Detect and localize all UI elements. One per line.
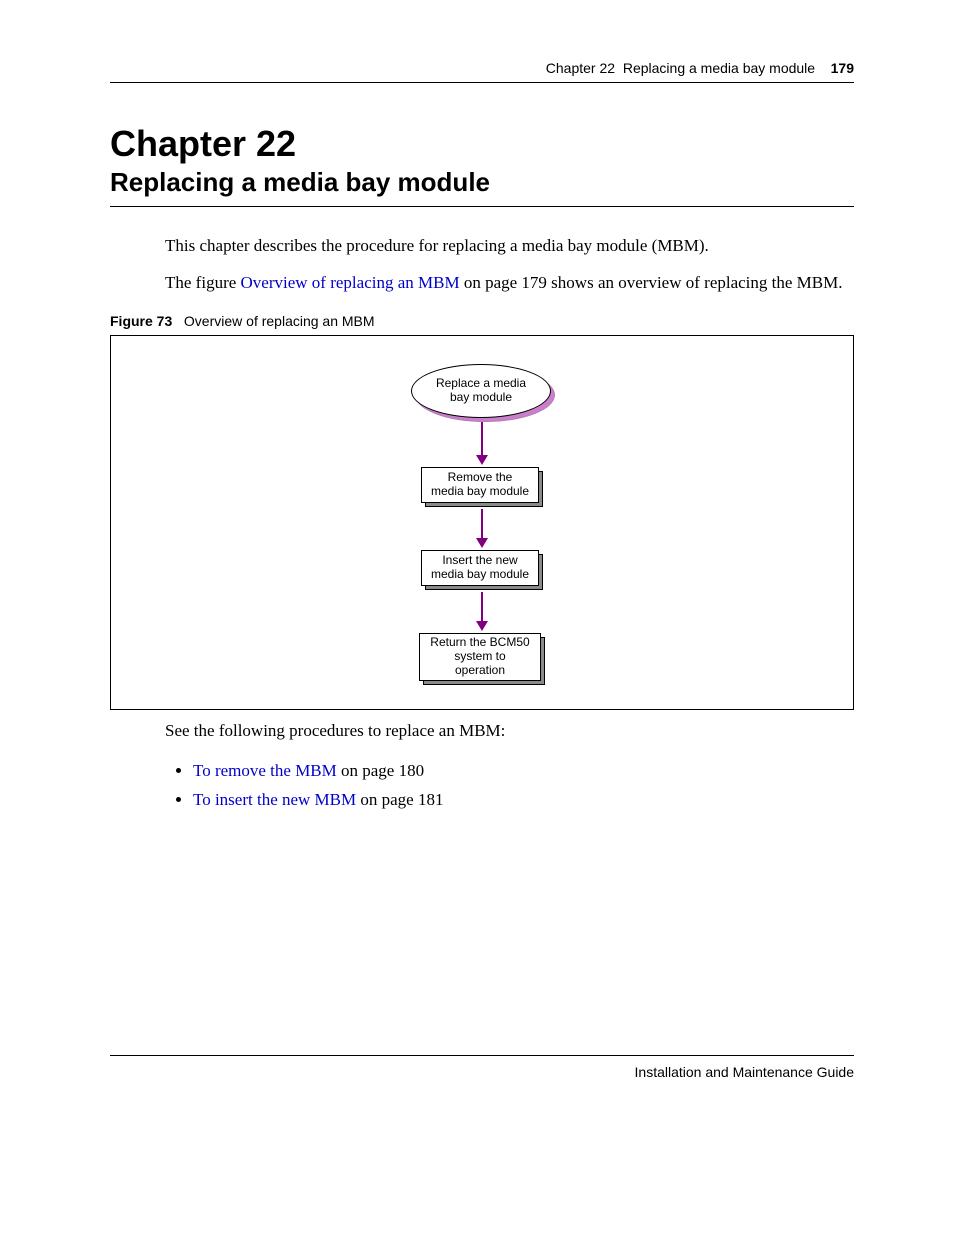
fig-ref-pre: The figure xyxy=(165,273,241,292)
footer-text: Installation and Maintenance Guide xyxy=(635,1064,854,1080)
procedure-link-insert[interactable]: To insert the new MBM xyxy=(193,790,356,809)
flow-arrow-icon xyxy=(476,422,488,465)
figure-caption-text: Overview of replacing an MBM xyxy=(184,313,375,329)
header-subject: Replacing a media bay module xyxy=(623,60,815,76)
flow-node-start-label: Replace a media bay module xyxy=(436,377,526,405)
figure-reference-paragraph: The figure Overview of replacing an MBM … xyxy=(165,272,854,295)
flow-node-start: Replace a media bay module xyxy=(411,364,553,420)
list-item: To remove the MBM on page 180 xyxy=(193,757,854,786)
flow-node-remove: Remove the media bay module xyxy=(421,467,543,507)
flow-node-insert: Insert the new media bay module xyxy=(421,550,543,590)
procedure-suffix: on page 181 xyxy=(356,790,443,809)
title-rule xyxy=(110,206,854,207)
figure-reference-link[interactable]: Overview of replacing an MBM xyxy=(241,273,460,292)
header-pagenum: 179 xyxy=(831,60,854,76)
fig-ref-post: on page 179 shows an overview of replaci… xyxy=(460,273,843,292)
procedure-suffix: on page 180 xyxy=(337,761,424,780)
chapter-title: Replacing a media bay module xyxy=(110,167,854,198)
intro-paragraph: This chapter describes the procedure for… xyxy=(165,235,854,258)
flow-node-insert-label: Insert the new media bay module xyxy=(431,554,529,582)
page-footer: Installation and Maintenance Guide xyxy=(110,1055,854,1080)
flow-node-remove-label: Remove the media bay module xyxy=(431,471,529,499)
procedure-link-remove[interactable]: To remove the MBM xyxy=(193,761,337,780)
procedure-list: To remove the MBM on page 180 To insert … xyxy=(165,757,854,815)
flow-node-return: Return the BCM50 system to operation xyxy=(419,633,545,685)
chapter-number: Chapter 22 xyxy=(110,123,854,165)
flow-node-return-label: Return the BCM50 system to operation xyxy=(430,636,529,677)
see-following-paragraph: See the following procedures to replace … xyxy=(165,720,854,743)
list-item: To insert the new MBM on page 181 xyxy=(193,786,854,815)
figure-caption: Figure 73 Overview of replacing an MBM xyxy=(110,313,854,329)
flowchart-figure: Replace a media bay module Remove the me… xyxy=(110,335,854,710)
flow-arrow-icon xyxy=(476,592,488,631)
header-chapter: Chapter 22 xyxy=(546,60,615,76)
running-header: Chapter 22 Replacing a media bay module … xyxy=(110,60,854,83)
figure-label: Figure 73 xyxy=(110,313,172,329)
flow-arrow-icon xyxy=(476,509,488,548)
